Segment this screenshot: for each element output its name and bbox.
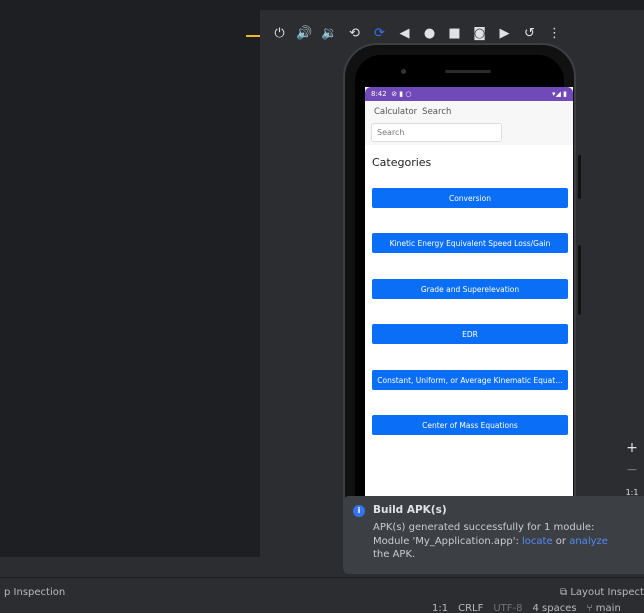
category-button-conversion[interactable]: Conversion (372, 188, 568, 208)
build-notification: i Build APK(s) APK(s) generated successf… (343, 496, 644, 574)
status-icons-left: ⊘ ▮ ○ (391, 90, 412, 98)
category-button-grade[interactable]: Grade and Superelevation (372, 279, 568, 299)
editor-caret (246, 35, 260, 37)
power-icon[interactable]: ⏻ (268, 22, 291, 45)
editor-footer (0, 557, 260, 577)
status-time: 8:42 (371, 90, 387, 98)
overview-icon[interactable]: ■ (443, 22, 466, 45)
branch-icon: ⑂ (586, 603, 596, 613)
status-icons-right: ▾◢ ▮ (552, 90, 567, 98)
app-header: Calculator Search Search (365, 101, 573, 145)
zoom-in-button[interactable]: + (620, 437, 644, 459)
notification-or-text: or (552, 535, 570, 547)
volume-down-icon[interactable]: 🔉 (318, 22, 341, 45)
more-icon[interactable]: ⋮ (543, 22, 566, 45)
phone-frame: 8:42 ⊘ ▮ ○ ▾◢ ▮ Calculator Search Search… (343, 43, 581, 543)
category-button-center-of-mass[interactable]: Center of Mass Equations (372, 415, 568, 435)
cursor-position[interactable]: 1:1 (432, 603, 448, 613)
analyze-link[interactable]: analyze (569, 536, 608, 547)
side-button-volume (578, 245, 581, 315)
undo-icon[interactable]: ↺ (518, 22, 541, 45)
rotate-right-icon[interactable]: ⟳ (368, 22, 391, 45)
status-bar-items: 1:1 CRLF UTF-8 4 spaces ⑂ main (432, 603, 621, 613)
earpiece (445, 70, 491, 73)
top-strip (0, 0, 644, 10)
home-icon[interactable]: ● (418, 22, 441, 45)
indent-setting[interactable]: 4 spaces (533, 603, 577, 613)
side-button-power (578, 155, 581, 199)
camera-icon[interactable]: ◙ (468, 22, 491, 45)
android-status-bar: 8:42 ⊘ ▮ ○ ▾◢ ▮ (365, 87, 573, 101)
zoom-controls: + − 1:1 (620, 437, 644, 505)
category-button-edr[interactable]: EDR (372, 324, 568, 344)
category-button-kinetic-energy[interactable]: Kinetic Energy Equivalent Speed Loss/Gai… (372, 233, 568, 253)
code-editor[interactable] (0, 10, 260, 557)
notification-module-text: Module 'My_Application.app': (373, 535, 523, 547)
category-button-kinematic[interactable]: Constant, Uniform, or Average Kinematic … (372, 370, 568, 390)
branch-name: main (595, 603, 621, 613)
tool-window-bar (0, 577, 644, 597)
tab-search[interactable]: Search (422, 107, 451, 117)
line-separator[interactable]: CRLF (458, 603, 483, 613)
file-encoding[interactable]: UTF-8 (493, 603, 522, 613)
categories-heading: Categories (372, 156, 432, 169)
back-icon[interactable]: ◀ (393, 22, 416, 45)
notification-line-1: APK(s) generated successfully for 1 modu… (373, 522, 595, 533)
notification-line-2: Module 'My_Application.app': locate or a… (373, 535, 638, 549)
notification-title: Build APK(s) (373, 504, 447, 516)
front-camera (401, 69, 406, 74)
search-input[interactable]: Search (371, 123, 502, 142)
git-branch[interactable]: ⑂ main (587, 603, 621, 613)
device-screen[interactable]: 8:42 ⊘ ▮ ○ ▾◢ ▮ Calculator Search Search… (365, 87, 573, 505)
record-icon[interactable]: ▶ (493, 22, 516, 45)
volume-up-icon[interactable]: 🔊 (293, 22, 316, 45)
info-icon: i (353, 505, 365, 517)
ide-window: ⏻ 🔊 🔉 ⟲ ⟳ ◀ ● ■ ◙ ▶ ↺ ⋮ 8:42 ⊘ ▮ ○ ▾◢ ▮ (0, 0, 644, 613)
notification-line-3: the APK. (373, 549, 416, 560)
notification-body: APK(s) generated successfully for 1 modu… (373, 521, 638, 562)
locate-link[interactable]: locate (522, 536, 553, 547)
nav-tabs: Calculator Search (374, 107, 451, 117)
phone-bezel: 8:42 ⊘ ▮ ○ ▾◢ ▮ Calculator Search Search… (355, 55, 573, 535)
zoom-out-button[interactable]: − (620, 459, 644, 481)
rotate-left-icon[interactable]: ⟲ (343, 22, 366, 45)
running-devices-panel: ⏻ 🔊 🔉 ⟲ ⟳ ◀ ● ■ ◙ ▶ ↺ ⋮ 8:42 ⊘ ▮ ○ ▾◢ ▮ (260, 10, 644, 577)
tab-calculator[interactable]: Calculator (374, 107, 417, 117)
